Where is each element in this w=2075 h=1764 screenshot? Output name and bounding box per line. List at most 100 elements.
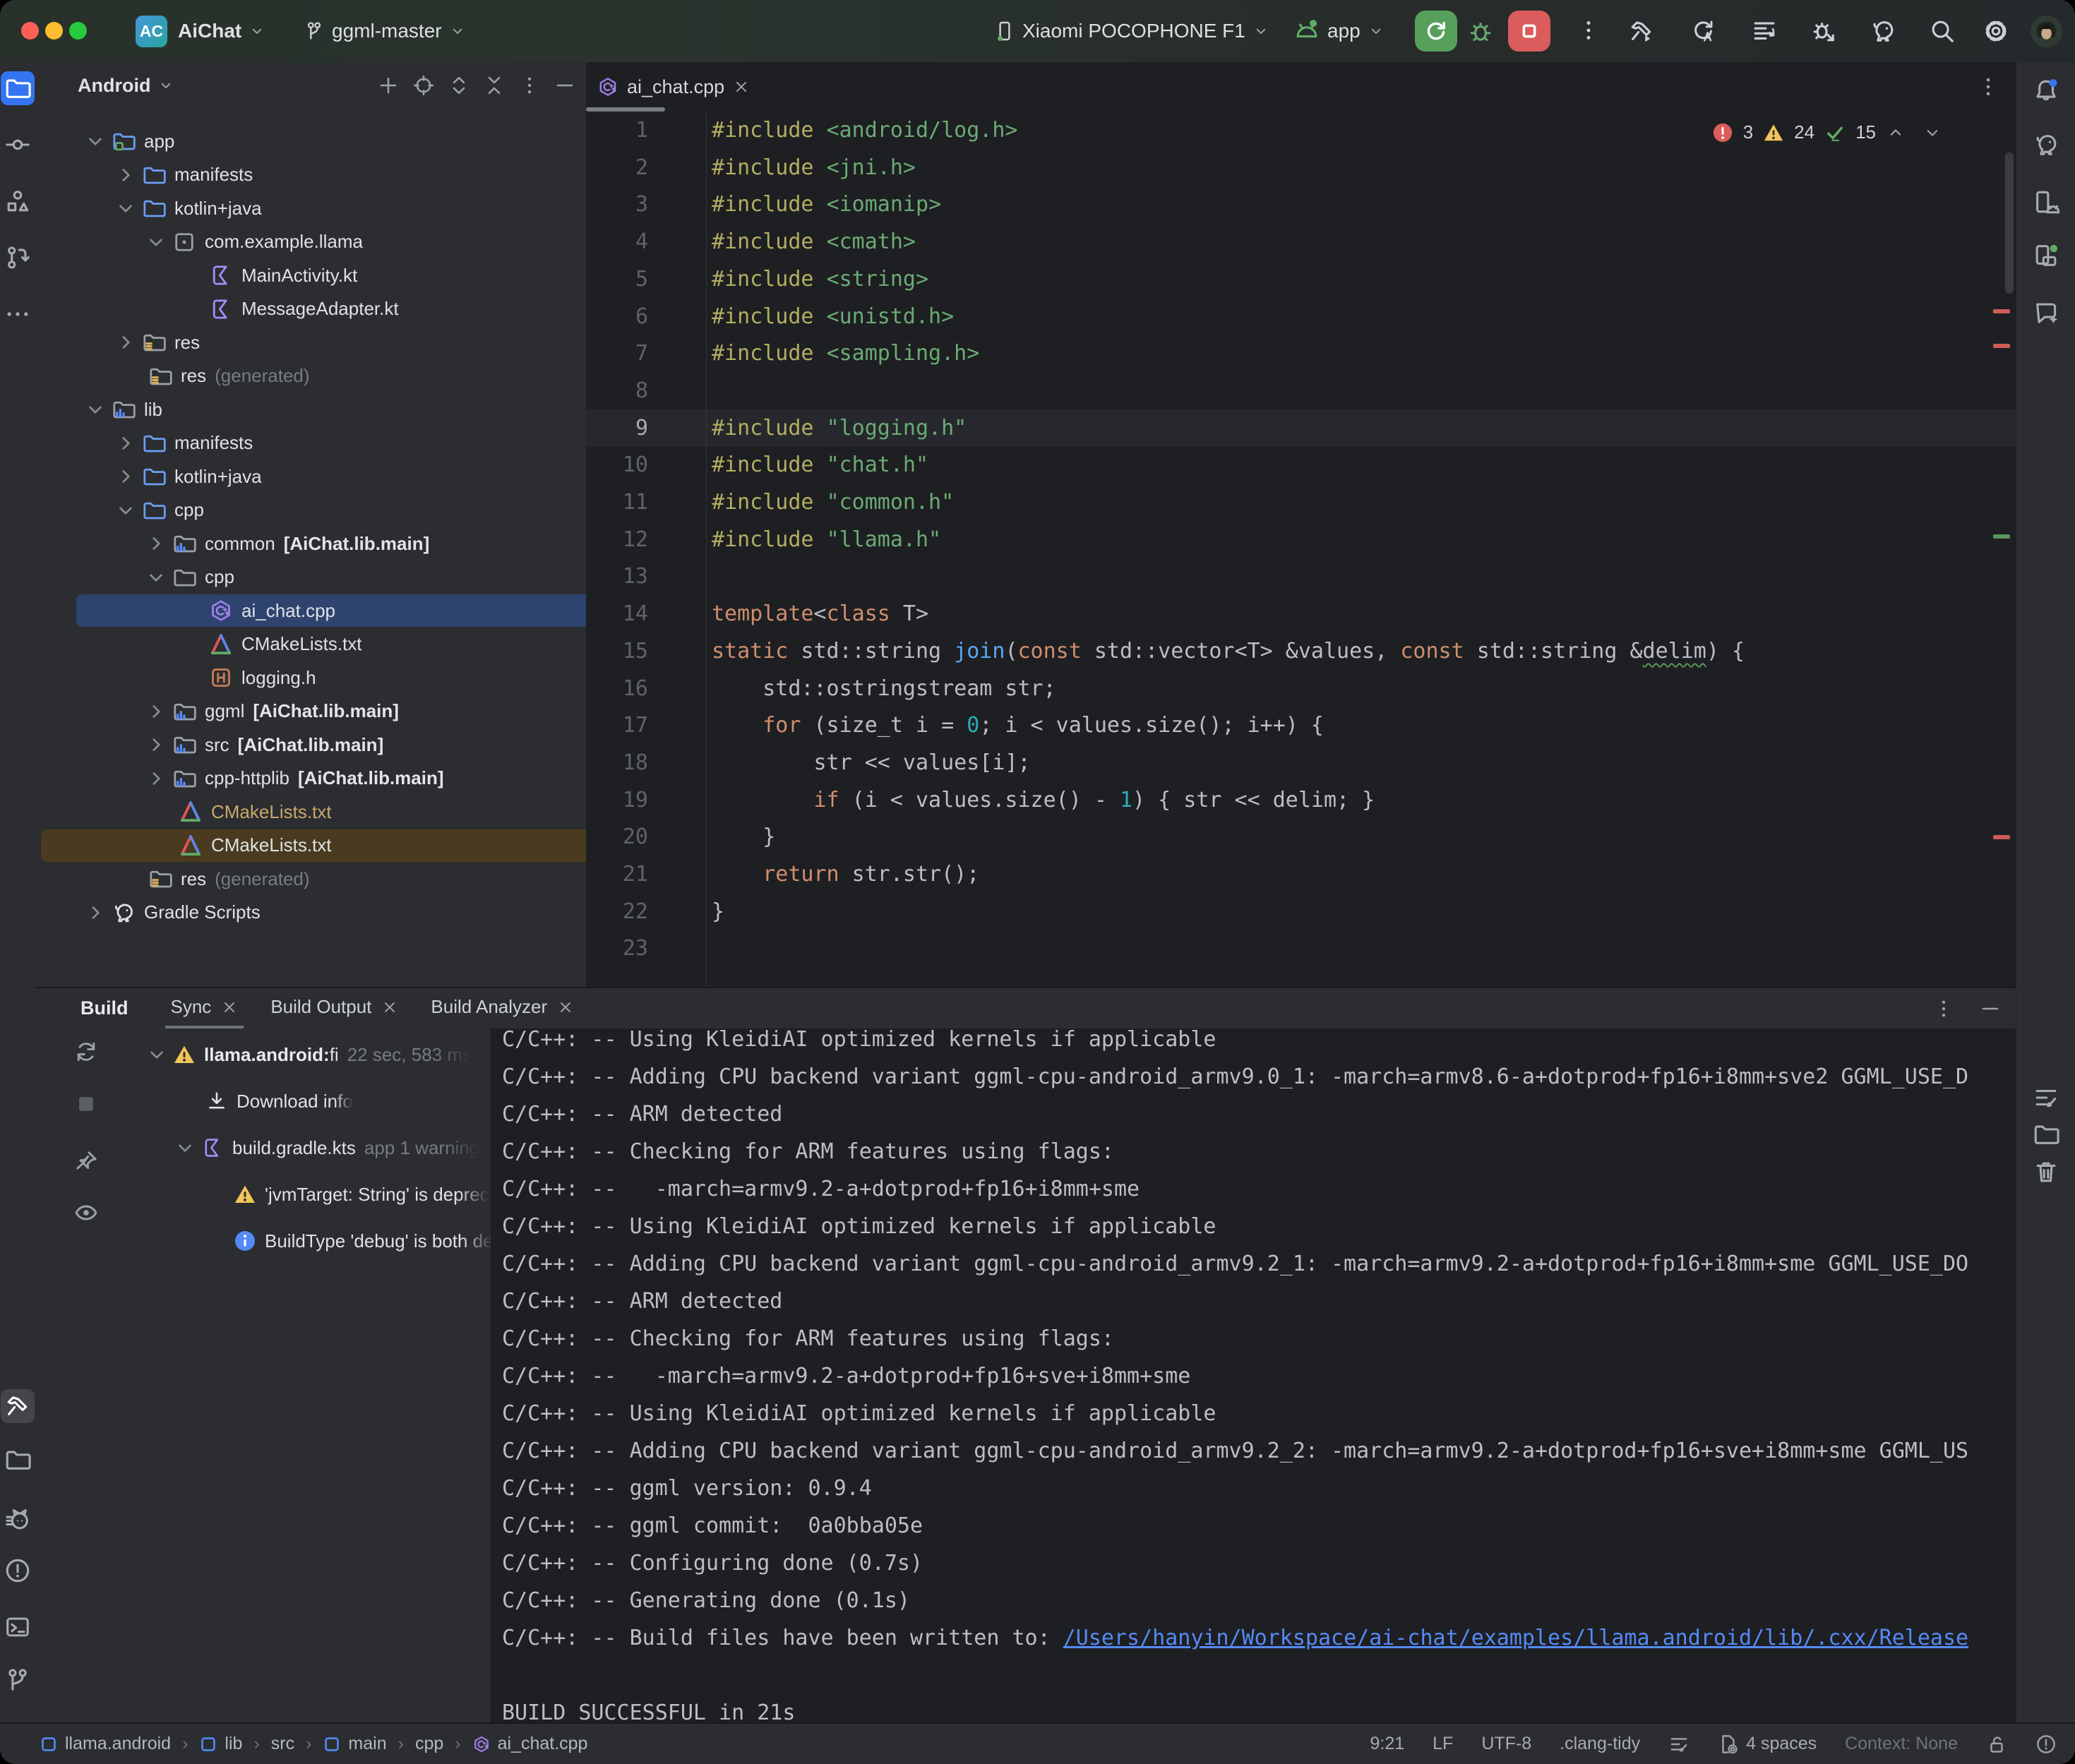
project-view-selector[interactable]: Android [78, 75, 150, 97]
code-line-20[interactable]: 20 } [586, 818, 2016, 856]
project-tree-item-lib[interactable]: lib [35, 392, 634, 426]
build-tab-sync[interactable]: Sync [165, 988, 244, 1028]
run-configuration-selector[interactable]: app [1293, 0, 1385, 62]
breadcrumb-item-lib[interactable]: lib [199, 1734, 242, 1754]
problems-indicator-icon[interactable] [2035, 1734, 2057, 1755]
zoom-window-button[interactable] [69, 22, 87, 40]
breadcrumb-item-cpp[interactable]: cpp [415, 1734, 443, 1754]
tool-stripe-button-scroll-to-end[interactable] [2029, 1117, 2063, 1151]
breadcrumb-item-main[interactable]: main [323, 1734, 386, 1754]
chevron-right-icon[interactable] [144, 700, 168, 724]
code-line-21[interactable]: 21 return str.str(); [586, 856, 2016, 893]
minimize-window-button[interactable] [45, 22, 63, 40]
refresh-icon[interactable] [73, 1039, 99, 1064]
apply-changes-button[interactable] [1690, 18, 1717, 48]
project-tree-item-manifests[interactable]: manifests [35, 426, 664, 460]
code-line-8[interactable]: 8 [586, 372, 2016, 409]
tool-stripe-button-gemini[interactable] [2029, 296, 2063, 330]
tool-stripe-button-pull-requests[interactable] [1, 241, 35, 275]
line-ending[interactable]: LF [1433, 1734, 1453, 1754]
tool-stripe-button-logcat[interactable] [1, 1502, 35, 1536]
code-line-7[interactable]: 7#include <sampling.h> [586, 335, 2016, 372]
project-tree-item-app[interactable]: app [35, 124, 634, 158]
settings-button[interactable] [1983, 18, 2009, 48]
code-line-15[interactable]: 15static std::string join(const std::vec… [586, 632, 2016, 670]
add-button[interactable] [377, 74, 400, 97]
breadcrumb-item-llama-android[interactable]: llama.android [40, 1734, 171, 1754]
chevron-down-icon[interactable] [83, 129, 107, 153]
code-line-19[interactable]: 19 if (i < values.size() - 1) { str << d… [586, 781, 2016, 819]
project-tree-item-kotlin-java[interactable]: kotlin+java [35, 460, 664, 493]
tool-stripe-button-project-folder[interactable] [1, 71, 35, 105]
error-stripe-mark[interactable] [1993, 344, 2010, 348]
prev-problem-button[interactable] [1886, 123, 1906, 143]
close-window-button[interactable] [21, 22, 39, 40]
tool-stripe-button-version-control[interactable] [1, 1663, 35, 1697]
tool-stripe-button-notifications[interactable] [2029, 73, 2063, 107]
chevron-down-icon[interactable] [83, 397, 107, 421]
filter-eye-icon[interactable] [73, 1200, 99, 1225]
chevron-right-icon[interactable] [114, 330, 138, 354]
code-line-23[interactable]: 23 [586, 930, 2016, 967]
build-project-button[interactable] [1628, 18, 1655, 48]
chevron-right-icon[interactable] [83, 901, 107, 925]
chevron-right-icon[interactable] [144, 767, 168, 791]
tool-stripe-button-app-quality-insights[interactable] [1, 1443, 35, 1477]
close-tab-icon[interactable] [557, 999, 574, 1016]
code-line-22[interactable]: 22} [586, 893, 2016, 930]
tool-stripe-button-clear-all[interactable] [2029, 1155, 2063, 1189]
project-selector[interactable]: AiChat [178, 0, 265, 62]
code-line-13[interactable]: 13 [586, 558, 2016, 595]
project-tree-item-res[interactable]: res [35, 325, 664, 359]
error-stripe-mark[interactable] [1993, 835, 2010, 839]
tool-stripe-button-soft-wrap[interactable] [2029, 1081, 2063, 1115]
expand-all-button[interactable] [448, 74, 470, 97]
close-tab-icon[interactable] [381, 999, 398, 1016]
build-output-path-link[interactable]: /Users/hanyin/Workspace/ai-chat/examples… [1063, 1626, 1968, 1650]
search-everywhere-button[interactable] [1929, 18, 1956, 48]
debug-button[interactable] [1467, 18, 1494, 48]
tool-stripe-button-commit[interactable] [1, 128, 35, 162]
code-line-2[interactable]: 2#include <jni.h> [586, 149, 2016, 186]
chevron-right-icon[interactable] [144, 532, 168, 556]
error-stripe-mark[interactable] [1993, 309, 2010, 313]
indent-widget[interactable]: 4 spaces [1718, 1734, 1817, 1755]
tool-stripe-button-gradle-tool[interactable] [2029, 128, 2063, 162]
code-line-4[interactable]: 4#include <cmath> [586, 223, 2016, 260]
collapse-all-button[interactable] [483, 74, 506, 97]
chevron-right-icon[interactable] [114, 464, 138, 488]
pin-icon[interactable] [73, 1149, 99, 1175]
device-selector[interactable]: Xiaomi POCOPHONE F1 [994, 0, 1269, 62]
code-style-config[interactable]: .clang-tidy [1560, 1734, 1640, 1754]
chevron-down-icon[interactable] [144, 230, 168, 254]
tab-ai-chat-cpp[interactable]: ai_chat.cpp [586, 62, 764, 112]
code-line-10[interactable]: 10#include "chat.h" [586, 446, 2016, 484]
hide-build-panel-button[interactable] [1979, 997, 2002, 1020]
close-tab-icon[interactable] [733, 78, 750, 95]
chevron-down-icon[interactable] [145, 1043, 169, 1067]
context-widget[interactable]: Context: None [1845, 1734, 1958, 1754]
tool-stripe-button-structure[interactable] [1, 184, 35, 218]
hide-panel-button[interactable] [554, 74, 576, 97]
tool-stripe-button-problems[interactable] [1, 1554, 35, 1588]
chevron-right-icon[interactable] [144, 733, 168, 757]
build-options-menu[interactable] [1932, 997, 1955, 1020]
build-console[interactable]: C/C++: -- Using KleidiAI optimized kerne… [491, 1028, 2016, 1724]
close-tab-icon[interactable] [221, 999, 238, 1016]
editor-scrollbar-thumb[interactable] [2005, 152, 2014, 294]
project-tree-item-manifests[interactable]: manifests [35, 158, 664, 192]
build-tree-item[interactable]: 'jvmTarget: String' is deprec [229, 1173, 489, 1216]
chevron-down-icon[interactable] [114, 196, 138, 220]
attach-debugger-button[interactable] [1810, 18, 1837, 48]
locate-file-button[interactable] [412, 74, 435, 97]
tool-stripe-button-more-tools[interactable] [1, 297, 35, 331]
code-line-12[interactable]: 12#include "llama.h" [586, 521, 2016, 558]
build-tree-item[interactable]: llama.android: fi22 sec, 583 ms [145, 1033, 472, 1076]
caret-position[interactable]: 9:21 [1370, 1734, 1404, 1754]
build-tree-item[interactable]: Download info [201, 1080, 353, 1122]
inspections-widget[interactable]: 3 24 15 [1712, 121, 1942, 143]
panel-options-menu[interactable] [518, 74, 541, 97]
code-line-3[interactable]: 3#include <iomanip> [586, 186, 2016, 223]
chevron-down-icon[interactable] [114, 498, 138, 522]
breadcrumb-item-src[interactable]: src [271, 1734, 294, 1754]
